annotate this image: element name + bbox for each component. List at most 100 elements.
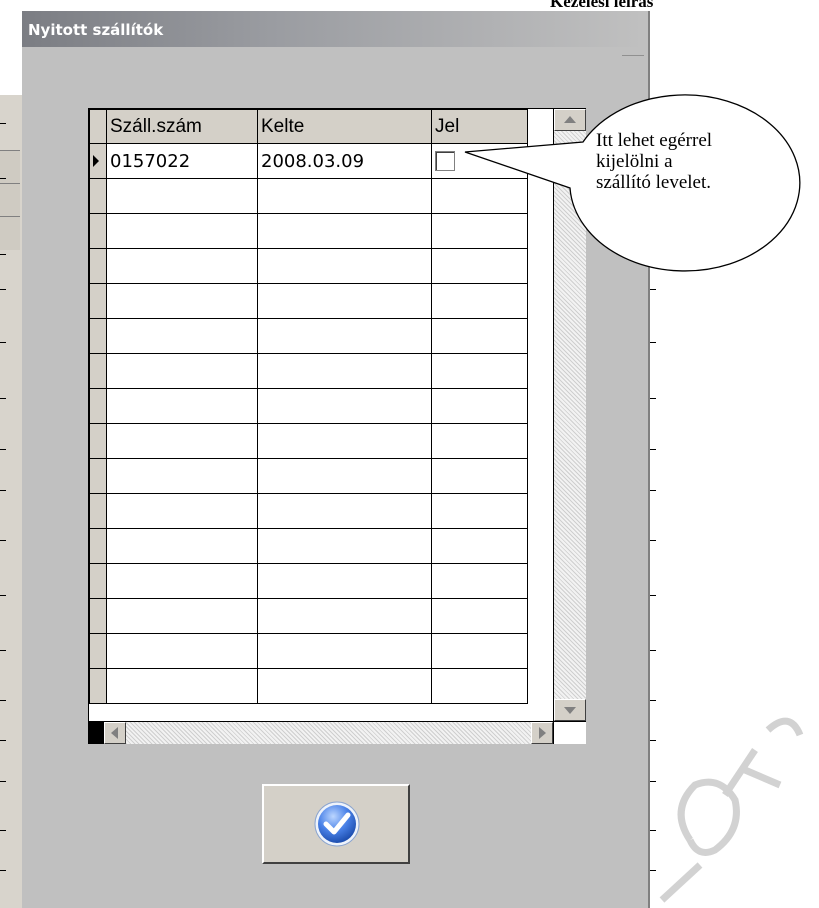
cell-date[interactable] [257,493,432,529]
row-selector[interactable] [89,283,107,319]
row-selector[interactable] [89,388,107,424]
row-selector[interactable] [89,633,107,669]
cell-mark[interactable] [431,283,528,319]
cell-date[interactable] [257,248,432,284]
cell-delivery-number[interactable] [106,668,258,704]
horizontal-scrollbar[interactable] [89,721,553,744]
cell-mark[interactable] [431,633,528,669]
cell-delivery-number[interactable] [106,353,258,389]
cell-delivery-number[interactable] [106,598,258,634]
cell-delivery-number[interactable]: 0157022 [106,143,258,179]
row-selector[interactable] [89,528,107,564]
row-selector[interactable] [89,668,107,704]
table-row[interactable] [89,318,528,354]
row-selector[interactable] [89,178,107,214]
cell-delivery-number[interactable] [106,178,258,214]
table-row[interactable] [89,388,528,424]
cell-mark[interactable] [431,458,528,494]
cell-date[interactable] [257,318,432,354]
background-tick [0,342,6,343]
select-checkbox[interactable] [435,151,455,171]
cell-mark[interactable] [431,528,528,564]
callout-line: kijelölni a [596,151,673,172]
cell-delivery-number[interactable] [106,318,258,354]
cell-date[interactable] [257,388,432,424]
cell-date[interactable] [257,668,432,704]
cell-date[interactable] [257,353,432,389]
cell-mark[interactable] [431,493,528,529]
cell-mark[interactable] [431,668,528,704]
cell-mark[interactable] [431,318,528,354]
row-selector[interactable] [89,213,107,249]
table-row[interactable] [89,353,528,389]
background-tick [0,289,6,290]
background-tick [0,490,6,491]
cell-delivery-number[interactable] [106,563,258,599]
table-row[interactable] [89,598,528,634]
table-row[interactable] [89,493,528,529]
cell-mark[interactable] [431,598,528,634]
ok-button[interactable] [262,784,410,864]
table-row[interactable] [89,423,528,459]
row-selector[interactable] [89,143,107,179]
column-header-number[interactable]: Száll.szám [106,109,258,144]
cell-delivery-number[interactable] [106,423,258,459]
header-corner [89,109,107,144]
row-selector[interactable] [89,423,107,459]
row-selector[interactable] [89,598,107,634]
row-selector[interactable] [89,493,107,529]
cell-delivery-number[interactable] [106,493,258,529]
background-tick [0,540,6,541]
cell-mark[interactable] [431,563,528,599]
table-row[interactable] [89,283,528,319]
cell-delivery-number[interactable] [106,213,258,249]
scroll-down-button[interactable] [554,699,586,721]
background-tick [0,449,6,450]
current-row-marker-icon [93,155,99,167]
cell-mark[interactable] [431,353,528,389]
background-tick [0,178,6,179]
cell-delivery-number[interactable] [106,633,258,669]
row-selector[interactable] [89,248,107,284]
cell-date[interactable] [257,178,432,214]
table-row[interactable] [89,668,528,704]
cell-date[interactable] [257,458,432,494]
watermark [659,717,804,903]
cell-delivery-number[interactable] [106,458,258,494]
cell-date[interactable] [257,598,432,634]
background-tick [0,830,6,831]
dialog-titlebar[interactable]: Nyitott szállítók [22,11,644,47]
row-selector[interactable] [89,458,107,494]
cell-date[interactable] [257,563,432,599]
background-tick [0,870,6,871]
cell-delivery-number[interactable] [106,528,258,564]
table-row[interactable] [89,528,528,564]
background-tick [0,254,6,255]
row-selector[interactable] [89,563,107,599]
cell-date[interactable]: 2008.03.09 [257,143,432,179]
column-header-date[interactable]: Kelte [257,109,432,144]
cell-delivery-number[interactable] [106,388,258,424]
background-tick [0,650,6,651]
cell-delivery-number[interactable] [106,283,258,319]
cell-delivery-number[interactable] [106,248,258,284]
scroll-left-button[interactable] [104,722,126,744]
scrollbar-row-corner [89,722,104,744]
row-selector[interactable] [89,353,107,389]
cell-date[interactable] [257,283,432,319]
cell-date[interactable] [257,528,432,564]
arrow-down-icon [564,707,576,714]
cell-date[interactable] [257,213,432,249]
table-row[interactable] [89,458,528,494]
cell-mark[interactable] [431,388,528,424]
scrollbar-corner [553,721,586,744]
background-tick [0,781,6,782]
cell-mark[interactable] [431,423,528,459]
cell-date[interactable] [257,423,432,459]
cell-date[interactable] [257,633,432,669]
callout-line: szállító levelet. [596,172,712,193]
table-row[interactable] [89,633,528,669]
scroll-right-button[interactable] [531,722,553,744]
row-selector[interactable] [89,318,107,354]
table-row[interactable] [89,563,528,599]
